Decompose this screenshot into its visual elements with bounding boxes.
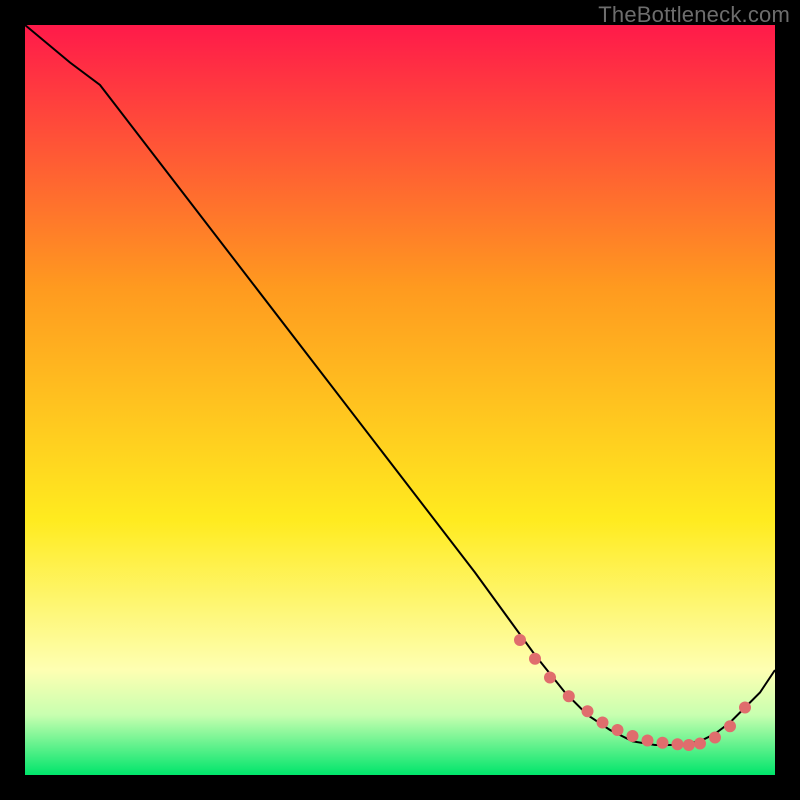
- curve-marker: [724, 720, 736, 732]
- curve-marker: [694, 738, 706, 750]
- curve-marker: [627, 730, 639, 742]
- curve-marker: [529, 653, 541, 665]
- curve-marker: [597, 717, 609, 729]
- curve-marker: [514, 634, 526, 646]
- curve-marker: [563, 690, 575, 702]
- curve-marker: [657, 737, 669, 749]
- curve-marker: [544, 672, 556, 684]
- heatmap-background: [25, 25, 775, 775]
- chart-frame: TheBottleneck.com: [0, 0, 800, 800]
- curve-marker: [582, 705, 594, 717]
- curve-marker: [672, 738, 684, 750]
- curve-marker: [683, 739, 695, 751]
- curve-marker: [739, 702, 751, 714]
- bottleneck-plot: [25, 25, 775, 775]
- curve-marker: [612, 724, 624, 736]
- curve-marker: [709, 732, 721, 744]
- curve-marker: [642, 735, 654, 747]
